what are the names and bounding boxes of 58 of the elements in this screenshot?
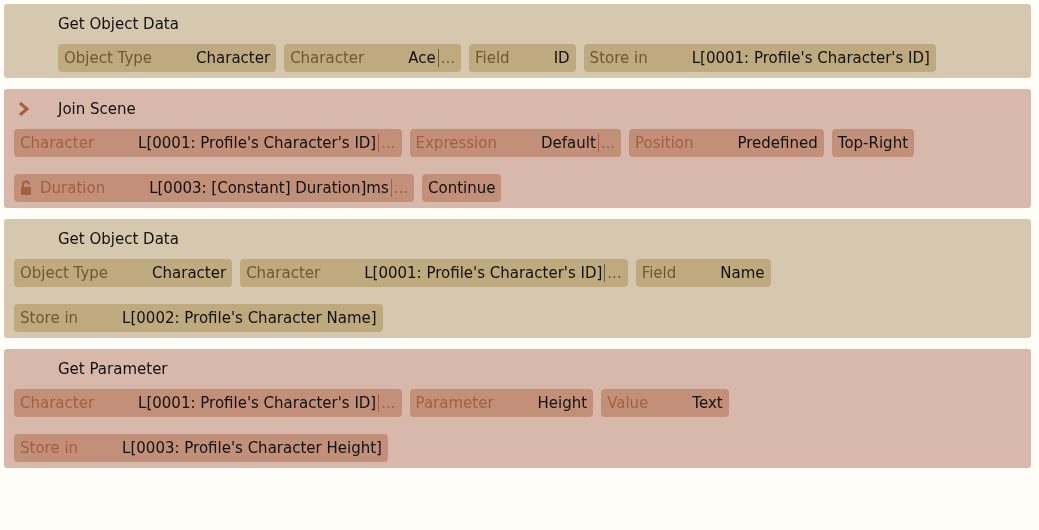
parameter-field[interactable]: Expression Default ... [409,129,622,157]
parameter-field[interactable]: Store in L[0001: Profile's Character's ID] [583,44,936,72]
parameter-value: Continue [428,177,496,199]
parameter-field[interactable]: Field ID [469,44,576,72]
parameter-label: Field [641,262,677,284]
parameter-value: Ace [408,47,436,69]
parameter-field[interactable]: Top-Right [831,129,915,157]
command-title: Get Parameter [58,358,168,380]
parameter-field[interactable]: Continue [422,174,502,202]
open-lock-icon[interactable] [20,180,32,196]
parameter-label: Duration [40,177,106,199]
parameter-value: L[0001: Profile's Character's ID] [691,47,930,69]
parameter-value: Character [152,262,227,284]
parameter-value: Character [196,47,271,69]
parameter-value: ID [553,47,570,69]
parameter-label: Store in [20,437,79,459]
parameter-field[interactable]: Store in L[0002: Profile's Character Name] [14,304,383,332]
parameter-label: Object Type [64,47,153,69]
parameter-label: Field [475,47,510,69]
parameter-value: Top-Right [837,132,909,154]
parameter-label: Position [635,132,694,154]
parameter-value: L[0001: Profile's Character's ID] [138,392,377,414]
command-title: Get Object Data [58,228,179,250]
parameter-value: L[0003: [Constant] Duration]ms [149,177,389,199]
parameter-label: Store in [589,47,648,69]
parameter-label: Character [290,47,365,69]
chevron-right-icon[interactable] [18,102,30,116]
parameter-field[interactable]: Character L[0001: Profile's Character's ID] ... [240,259,628,287]
command-title: Join Scene [58,98,136,120]
parameter-field[interactable]: Store in L[0003: Profile's Character Height] [14,434,388,462]
parameter-field[interactable]: Parameter Height [409,389,594,417]
parameter-label: Object Type [20,262,109,284]
parameter-label: Character [246,262,321,284]
parameter-field[interactable]: Value Text [601,389,729,417]
parameter-value: Text [692,392,723,414]
parameter-label: Value [607,392,649,414]
parameter-value: L[0001: Profile's Character's ID] [364,262,603,284]
parameter-field[interactable]: Object Type Character [58,44,277,72]
parameter-label: Store in [20,307,79,329]
parameter-label: Character [20,132,95,154]
parameter-value: L[0002: Profile's Character Name] [122,307,377,329]
parameter-field[interactable]: Character L[0001: Profile's Character's ID] ... [14,129,402,157]
parameter-field[interactable]: Duration L[0003: [Constant] Duration]ms ... [14,174,414,202]
parameter-value: Name [720,262,765,284]
parameter-value: Predefined [737,132,818,154]
command-title: Get Object Data [58,13,179,35]
parameter-field[interactable]: Field Name [635,259,771,287]
parameter-value: Height [537,392,588,414]
parameter-field[interactable]: Character L[0001: Profile's Character's ID] ... [14,389,402,417]
parameter-label: Character [20,392,95,414]
parameter-field[interactable]: Character Ace ... [284,44,461,72]
parameter-label: Parameter [415,392,494,414]
parameter-value: L[0001: Profile's Character's ID] [138,132,377,154]
parameter-value: L[0003: Profile's Character Height] [122,437,382,459]
parameter-value: Default [540,132,596,154]
parameter-field[interactable]: Position Predefined [629,129,824,157]
parameter-label: Expression [415,132,497,154]
parameter-field[interactable]: Object Type Character [14,259,233,287]
